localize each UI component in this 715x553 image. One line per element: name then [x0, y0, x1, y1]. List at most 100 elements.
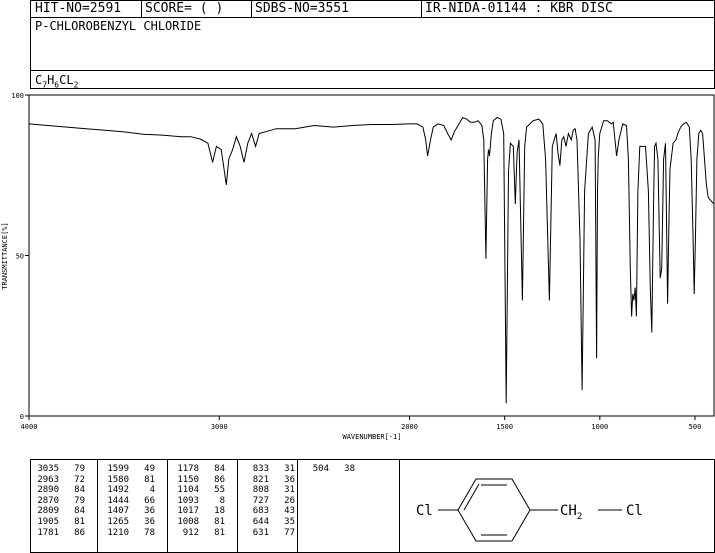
peak-row: 1017 18 — [171, 506, 225, 517]
peak-transmittance: 84 — [214, 464, 225, 474]
peak-wavenumber: 727 — [252, 495, 269, 506]
peak-wavenumber: 1265 — [107, 516, 129, 527]
molecular-formula: C7H6CL2 — [35, 73, 79, 90]
peak-row: 833 31 — [241, 464, 295, 475]
compound-box: P-CHLOROBENZYL CHLORIDE C7H6CL2 — [30, 17, 715, 89]
x-tick-label: 500 — [689, 423, 702, 431]
ir-spectrum-chart: 0 50 100 4000 3000 2000 1500 1000 500 TRANSMITT… — [1, 92, 715, 441]
peak-transmittance: 8 — [219, 495, 225, 506]
peak-row: 2870 79 — [31, 496, 85, 507]
peak-row: 1104 55 — [171, 485, 225, 496]
peak-transmittance: 84 — [74, 506, 85, 517]
peak-wavenumber: 2890 — [37, 485, 59, 496]
peak-row: 1093 8 — [171, 496, 225, 507]
peak-wavenumber: 1210 — [107, 527, 129, 538]
benzene-ring — [457, 478, 531, 542]
peak-row: 1580 81 — [101, 475, 155, 486]
peak-wavenumber: 644 — [252, 516, 269, 527]
peak-row: 1444 66 — [101, 496, 155, 507]
peak-row: 1150 86 — [171, 475, 225, 486]
peak-wavenumber: 2870 — [37, 495, 59, 506]
peak-wavenumber: 1017 — [177, 506, 199, 517]
peak-row: 912 81 — [171, 528, 225, 539]
peak-wavenumber: 821 — [252, 474, 269, 485]
peak-wavenumber: 912 — [182, 527, 199, 538]
peak-table-column: 504 38 — [301, 464, 355, 475]
x-tick-label: 1000 — [591, 423, 608, 431]
x-tick-label: 2000 — [401, 423, 418, 431]
x-axis-ticks: 4000 3000 2000 1500 1000 500 — [21, 416, 702, 431]
peak-wavenumber: 3035 — [37, 464, 59, 474]
plot-frame — [28, 94, 715, 417]
y-tick-label: 100 — [11, 92, 24, 100]
y-tick-label: 0 — [20, 413, 24, 421]
y-axis-ticks: 0 50 100 — [11, 92, 29, 421]
peak-transmittance: 81 — [214, 527, 225, 538]
peak-wavenumber: 1008 — [177, 516, 199, 527]
peak-transmittance: 79 — [74, 464, 85, 474]
peak-wavenumber: 1150 — [177, 474, 199, 485]
peak-wavenumber: 1905 — [37, 516, 59, 527]
peak-transmittance: 31 — [284, 485, 295, 496]
peak-transmittance: 79 — [74, 495, 85, 506]
peak-transmittance: 26 — [284, 495, 295, 506]
peak-transmittance: 35 — [284, 516, 295, 527]
hit-number: HIT-NO=2591 — [35, 1, 122, 16]
peak-row: 1599 49 — [101, 464, 155, 475]
header-bar: HIT-NO=2591 SCORE= ( ) SDBS-NO=3551 IR-N… — [30, 0, 715, 18]
peak-wavenumber: 1781 — [37, 527, 59, 538]
peak-row: 504 38 — [301, 464, 355, 475]
chlorine-atom-left: Cl — [416, 503, 433, 519]
peak-wavenumber: 1104 — [177, 485, 199, 496]
peak-row: 1905 81 — [31, 517, 85, 528]
y-tick-label: 50 — [16, 253, 24, 261]
peak-row: 1265 36 — [101, 517, 155, 528]
y-axis-label: TRANSMITTANCE[%] — [1, 222, 9, 289]
x-tick-label: 4000 — [21, 423, 38, 431]
peak-transmittance: 66 — [144, 495, 155, 506]
peak-table-column: 833 31 821 36 808 31 727 26 683 43 644 35 631 77 — [241, 464, 295, 538]
peak-row: 1210 78 — [101, 528, 155, 539]
peak-wavenumber: 1580 — [107, 474, 129, 485]
peak-transmittance: 43 — [284, 506, 295, 517]
peak-transmittance: 86 — [74, 527, 85, 538]
peak-wavenumber: 1444 — [107, 495, 129, 506]
peak-row: 2890 84 — [31, 485, 85, 496]
peak-transmittance: 81 — [144, 474, 155, 485]
sdbs-number: SDBS-NO=3551 — [255, 1, 349, 16]
peak-table-column: 1178 84 1150 86 1104 55 1093 8 1017 18 1008 81 912 81 — [171, 464, 225, 538]
peak-row: 631 77 — [241, 528, 295, 539]
peak-row: 808 31 — [241, 485, 295, 496]
peak-wavenumber: 2809 — [37, 506, 59, 517]
x-axis-label: WAVENUMBER[-1] — [342, 433, 401, 441]
peak-row: 1178 84 — [171, 464, 225, 475]
structure-diagram: Cl CH2 Cl — [416, 478, 643, 542]
peak-table-box: 3035 79 2963 72 2890 84 2870 79 2809 84 1905 81 1781… — [30, 459, 400, 553]
peak-row: 2809 84 — [31, 506, 85, 517]
peak-transmittance: 84 — [74, 485, 85, 496]
peak-row: 821 36 — [241, 475, 295, 486]
peak-transmittance: 86 — [214, 474, 225, 485]
peak-transmittance: 4 — [149, 485, 155, 496]
peak-transmittance: 36 — [144, 516, 155, 527]
peak-transmittance: 18 — [214, 506, 225, 517]
peak-transmittance: 72 — [74, 474, 85, 485]
peak-transmittance: 38 — [344, 464, 355, 474]
peak-wavenumber: 833 — [252, 464, 269, 474]
peak-row: 1008 81 — [171, 517, 225, 528]
peak-wavenumber: 1178 — [177, 464, 199, 474]
peak-transmittance: 31 — [284, 464, 295, 474]
peak-row: 644 35 — [241, 517, 295, 528]
peak-table-column: 1599 49 1580 81 1492 4 1444 66 1407 36 1265 36 1210 7… — [101, 464, 155, 538]
peak-transmittance: 78 — [144, 527, 155, 538]
peak-wavenumber: 631 — [252, 527, 269, 538]
peak-row: 1492 4 — [101, 485, 155, 496]
peak-transmittance: 36 — [144, 506, 155, 517]
peak-table-column: 3035 79 2963 72 2890 84 2870 79 2809 84 1905 81 1781… — [31, 464, 85, 538]
peak-transmittance: 55 — [214, 485, 225, 496]
peak-row: 3035 79 — [31, 464, 85, 475]
peak-transmittance: 81 — [214, 516, 225, 527]
peak-wavenumber: 2963 — [37, 474, 59, 485]
compound-name: P-CHLOROBENZYL CHLORIDE — [35, 19, 202, 33]
peak-wavenumber: 1093 — [177, 495, 199, 506]
